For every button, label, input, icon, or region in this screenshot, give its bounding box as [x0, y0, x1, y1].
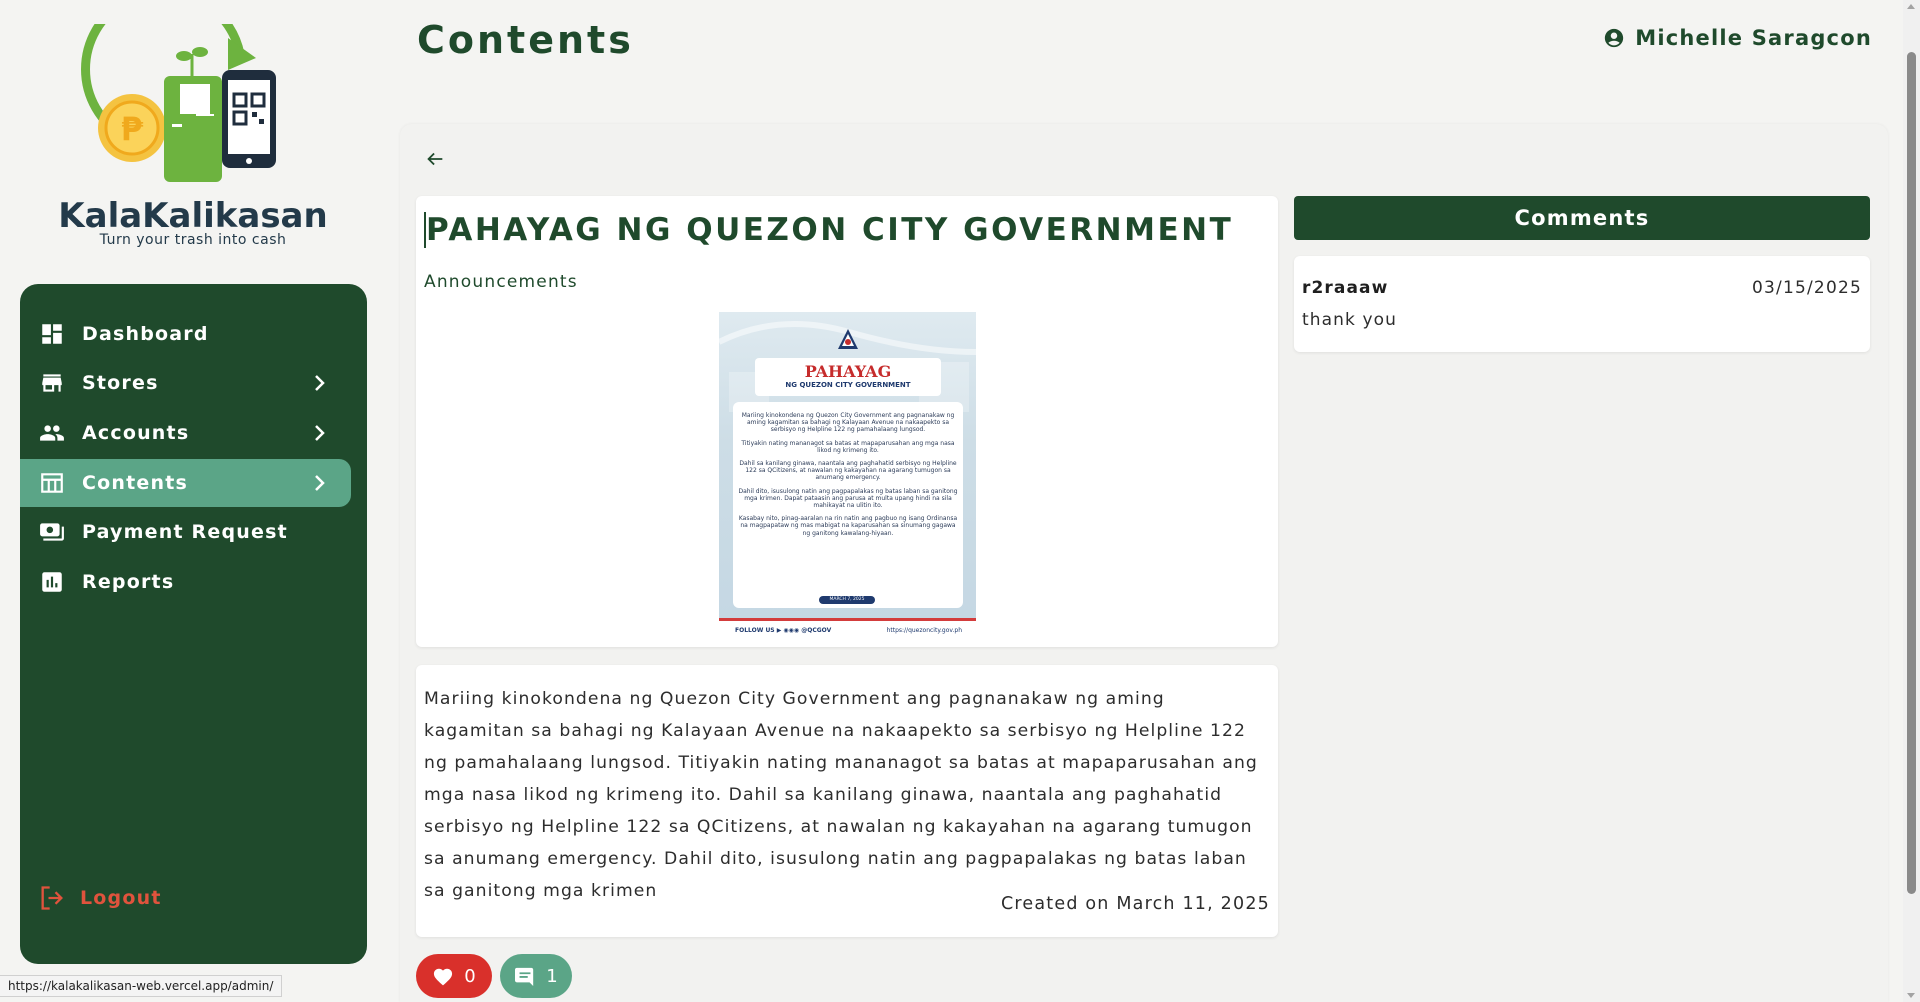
chevron-right-icon: [315, 425, 325, 441]
brand-name: KalaKalikasan: [58, 196, 328, 236]
comments-header: Comments: [1294, 196, 1870, 240]
comment-icon: [515, 967, 534, 986]
scroll-thumb[interactable]: [1907, 52, 1916, 894]
payment-icon: [38, 518, 66, 546]
comment-date: 03/15/2025: [1752, 278, 1862, 298]
post-created-date: Created on March 11, 2025: [1000, 894, 1270, 914]
sidebar-item-label: Contents: [82, 472, 189, 494]
browser-status-url: https://kalakalikasan-web.vercel.app/adm…: [0, 975, 283, 997]
poster-url: https://quezoncity.gov.ph: [886, 627, 962, 634]
brand-tagline: Turn your trash into cash: [99, 232, 287, 248]
user-avatar-icon: [1605, 28, 1624, 48]
poster-subtitle: NG QUEZON CITY GOVERNMENT: [785, 381, 911, 389]
logout-button[interactable]: Logout: [38, 884, 162, 912]
sidebar-item-label: Dashboard: [82, 323, 209, 345]
like-count: 0: [464, 965, 476, 987]
post-body: Mariing kinokondena ng Quezon City Gover…: [424, 689, 1258, 901]
poster-paragraph: Mariing kinokondena ng Quezon City Gover…: [741, 412, 955, 434]
poster-heading: PAHAYAG NG QUEZON CITY GOVERNMENT: [755, 358, 941, 396]
page-title: Contents: [417, 18, 634, 62]
poster-paragraph: Dahil dito, isusulong natin ang pagpapal…: [738, 487, 958, 510]
sidebar-item-payment-request[interactable]: Payment Request: [20, 508, 351, 556]
user-name: Michelle Saragcon: [1635, 26, 1872, 50]
page-scrollbar[interactable]: [1903, 0, 1920, 1002]
logout-icon: [38, 884, 66, 912]
comment-item: r2raaaw 03/15/2025 thank you: [1294, 256, 1870, 352]
like-button[interactable]: 0: [416, 954, 492, 998]
scroll-down-icon[interactable]: [1907, 993, 1915, 998]
poster-text: Mariing kinokondena ng Quezon City Gover…: [737, 412, 959, 543]
heart-icon: [434, 968, 453, 986]
comment-count: 1: [546, 965, 558, 987]
poster-date-badge: MARCH 7, 2025: [819, 596, 875, 604]
accounts-icon: [38, 419, 66, 447]
chevron-right-icon: [315, 375, 325, 391]
sidebar-item-accounts[interactable]: Accounts: [20, 409, 351, 457]
sidebar-item-label: Accounts: [82, 422, 190, 444]
store-icon: [38, 369, 66, 397]
dashboard-icon: [38, 320, 66, 348]
qc-seal-icon: [838, 329, 858, 349]
post-image[interactable]: PAHAYAG NG QUEZON CITY GOVERNMENT Mariin…: [719, 312, 976, 637]
scroll-up-icon[interactable]: [1907, 4, 1915, 9]
post-title: PAHAYAG NG QUEZON CITY GOVERNMENT: [424, 212, 1234, 248]
poster-follow: FOLLOW US ▶ ◉◉◉ @QCGOV: [735, 627, 832, 634]
contents-icon: [38, 469, 66, 497]
poster-paragraph: Dahil sa kanilang ginawa, naantala ang p…: [739, 460, 957, 482]
sidebar-item-label: Payment Request: [82, 521, 288, 543]
sidebar-item-label: Stores: [82, 372, 159, 394]
sidebar-item-stores[interactable]: Stores: [20, 359, 351, 407]
post-category: Announcements: [424, 272, 578, 292]
poster-paragraph: Kasabay nito, pinag-aaralan na rin natin…: [738, 515, 958, 537]
sidebar-item-label: Reports: [82, 571, 175, 593]
sidebar-item-dashboard[interactable]: Dashboard: [20, 310, 351, 358]
chevron-right-icon: [315, 475, 325, 491]
back-arrow-icon[interactable]: [424, 148, 446, 170]
post-card: PAHAYAG NG QUEZON CITY GOVERNMENT Announ…: [416, 196, 1278, 647]
sidebar-item-reports[interactable]: Reports: [20, 558, 351, 606]
svg-text:₱: ₱: [121, 110, 144, 148]
sidebar-item-contents[interactable]: Contents: [20, 459, 351, 507]
comment-text: thank you: [1302, 310, 1398, 330]
poster-footer: FOLLOW US ▶ ◉◉◉ @QCGOV https://quezoncit…: [719, 621, 976, 637]
poster-title: PAHAYAG: [804, 362, 892, 381]
brand-logo[interactable]: ₱ KalaKalikasan Turn your trash into cas…: [0, 0, 386, 270]
user-menu[interactable]: Michelle Saragcon: [1603, 26, 1872, 50]
logo-icon: ₱: [81, 24, 276, 182]
comment-button[interactable]: 1: [500, 954, 572, 998]
comment-author: r2raaaw: [1302, 278, 1389, 298]
reports-icon: [38, 568, 66, 596]
logout-label: Logout: [80, 887, 162, 909]
sidebar: Dashboard Stores Accounts Contents Payme…: [20, 284, 367, 964]
post-body-card: Mariing kinokondena ng Quezon City Gover…: [416, 665, 1278, 937]
poster-paragraph: Titiyakin nating mananagot sa batas at m…: [741, 439, 955, 454]
